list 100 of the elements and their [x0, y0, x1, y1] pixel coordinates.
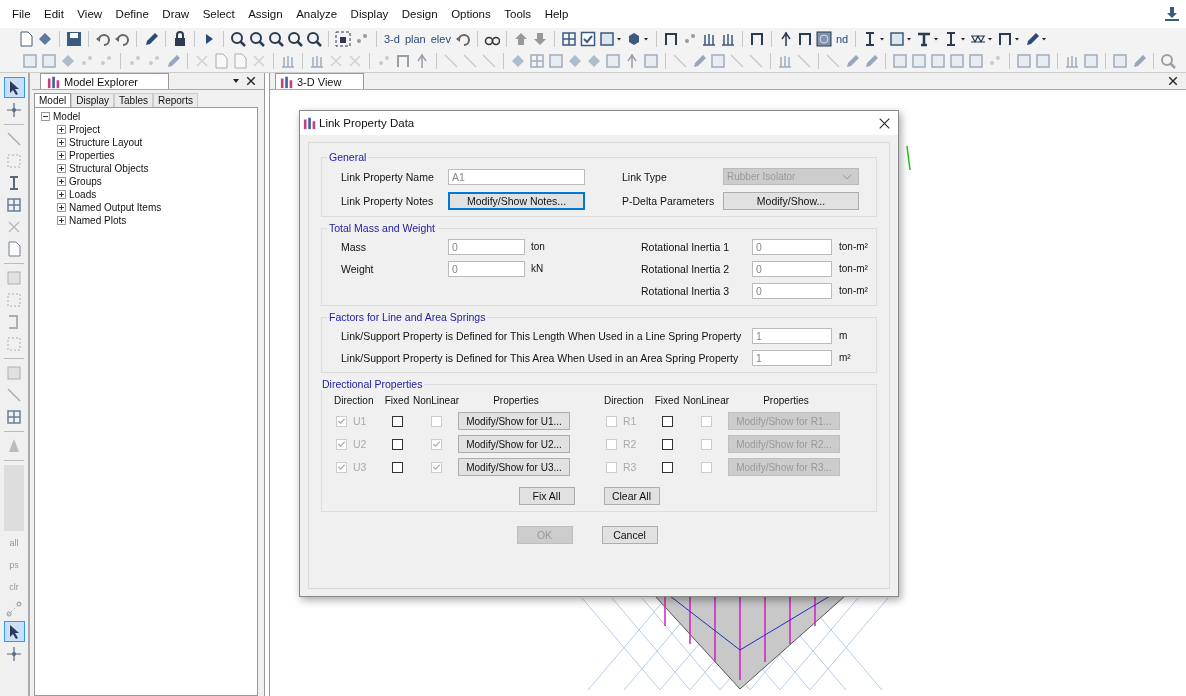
page-icon[interactable] [232, 53, 248, 69]
modify-button[interactable]: Modify/Show... [723, 191, 859, 210]
menu-item[interactable]: Design [396, 8, 447, 20]
view-tab[interactable]: 3-D View [275, 73, 365, 89]
diagonal-line-icon[interactable] [481, 53, 497, 69]
box-icon[interactable] [1112, 53, 1128, 69]
tee-beam-icon[interactable] [916, 31, 933, 47]
magnifier-icon[interactable] [306, 31, 322, 47]
close-icon[interactable] [246, 76, 256, 86]
box-icon[interactable] [889, 31, 906, 47]
magnifier-icon[interactable] [268, 31, 284, 47]
box-icon[interactable] [892, 53, 908, 69]
modify-notes-button[interactable]: Modify/Show Notes... [448, 191, 585, 210]
tree-item[interactable]: Named Plots [69, 215, 127, 226]
box-icon[interactable] [41, 53, 57, 69]
modify-direction-button[interactable]: Modify/Show for U3... [458, 458, 570, 476]
tool-button[interactable] [4, 100, 24, 120]
checkbox[interactable] [661, 461, 673, 473]
diagonal-line-icon[interactable] [462, 53, 478, 69]
checkbox[interactable] [391, 438, 403, 450]
columns-icon[interactable] [719, 31, 736, 47]
diagonal-line-icon[interactable] [748, 53, 764, 69]
box-icon[interactable] [1016, 53, 1032, 69]
modify-direction-button[interactable]: Modify/Show for U2... [458, 435, 570, 453]
magnifier-icon[interactable] [287, 31, 303, 47]
close-icon[interactable] [1168, 76, 1178, 86]
box-icon[interactable] [605, 53, 621, 69]
magnifier-icon[interactable] [230, 31, 246, 47]
toolbar-text-button[interactable]: 3-d [383, 33, 401, 45]
number-field[interactable]: 0 [752, 282, 832, 299]
tree-item[interactable]: Project [69, 124, 101, 135]
magnifier-icon[interactable] [249, 31, 265, 47]
columns-icon[interactable] [1064, 53, 1080, 69]
explorer-tab[interactable]: Reports [152, 93, 198, 107]
curved-arrow-icon[interactable] [95, 31, 111, 47]
number-field[interactable]: 1 [752, 327, 832, 344]
box-icon[interactable] [968, 53, 984, 69]
frame-icon[interactable] [662, 31, 679, 47]
page-icon[interactable] [18, 31, 34, 47]
menu-item[interactable]: Select [197, 8, 244, 20]
box-icon[interactable] [1035, 53, 1051, 69]
menu-item[interactable]: Display [345, 8, 397, 20]
checkbox[interactable] [661, 438, 673, 450]
number-field[interactable]: 0 [752, 260, 832, 277]
number-field[interactable]: 1 [752, 349, 832, 366]
number-field[interactable]: 0 [448, 260, 525, 277]
toolbar-text-button[interactable]: nd [834, 33, 850, 45]
menu-item[interactable]: Edit [39, 8, 73, 20]
checkbox[interactable] [661, 415, 673, 427]
menu-item[interactable]: Assign [243, 8, 292, 20]
tree-item[interactable]: Structural Objects [69, 163, 149, 174]
close-icon[interactable] [879, 117, 890, 129]
page-icon[interactable] [213, 53, 229, 69]
checkbox-icon[interactable] [579, 31, 596, 47]
columns-icon[interactable] [777, 53, 793, 69]
cancel-button[interactable]: Cancel [601, 526, 658, 544]
tree-item[interactable]: Structure Layout [69, 137, 143, 148]
diagonal-line-icon[interactable] [729, 53, 745, 69]
checkbox[interactable] [391, 461, 403, 473]
menu-item[interactable]: Tools [499, 8, 540, 20]
columns-icon[interactable] [700, 31, 717, 47]
pencil-icon[interactable] [1024, 31, 1041, 47]
expander-icon[interactable] [57, 177, 66, 186]
columns-icon[interactable] [309, 53, 325, 69]
box-icon[interactable] [930, 53, 946, 69]
dropdown-caret-icon[interactable] [232, 77, 240, 85]
menu-item[interactable]: Analyze [291, 8, 346, 20]
curved-arrow-icon[interactable] [454, 31, 471, 47]
padlock-icon[interactable] [172, 31, 188, 47]
tree-item[interactable]: Model [53, 111, 81, 122]
box-icon[interactable] [598, 31, 615, 47]
grid-icon[interactable] [560, 31, 577, 47]
diagonal-line-icon[interactable] [672, 53, 688, 69]
tool-button[interactable] [4, 644, 24, 664]
box-icon[interactable] [1083, 53, 1099, 69]
box-icon[interactable] [949, 53, 965, 69]
expander-icon[interactable] [57, 164, 66, 173]
explorer-panel-tab[interactable]: Model Explorer [40, 73, 169, 89]
box-icon[interactable] [710, 53, 726, 69]
number-field[interactable]: 0 [448, 238, 525, 255]
columns-icon[interactable] [280, 53, 296, 69]
expander-icon[interactable] [57, 125, 66, 134]
fix-all-button[interactable]: Fix All [518, 487, 575, 505]
number-field[interactable]: 0 [752, 238, 832, 255]
scissors-icon[interactable] [251, 53, 267, 69]
tree-item[interactable]: Properties [69, 150, 115, 161]
frame-icon[interactable] [796, 31, 813, 47]
scissors-icon[interactable] [347, 53, 363, 69]
curved-arrow-icon[interactable] [114, 31, 130, 47]
scissors-icon[interactable] [328, 53, 344, 69]
menu-item[interactable]: View [72, 8, 111, 20]
expander-icon[interactable] [57, 151, 66, 160]
tool-button[interactable] [3, 77, 25, 98]
box-icon[interactable] [911, 53, 927, 69]
tool-button[interactable] [3, 621, 25, 642]
diagonal-line-icon[interactable] [443, 53, 459, 69]
frame-icon[interactable] [748, 31, 765, 47]
clear-all-button[interactable]: Clear All [603, 487, 660, 505]
box-icon[interactable] [22, 53, 38, 69]
tree-item[interactable]: Groups [69, 176, 102, 187]
